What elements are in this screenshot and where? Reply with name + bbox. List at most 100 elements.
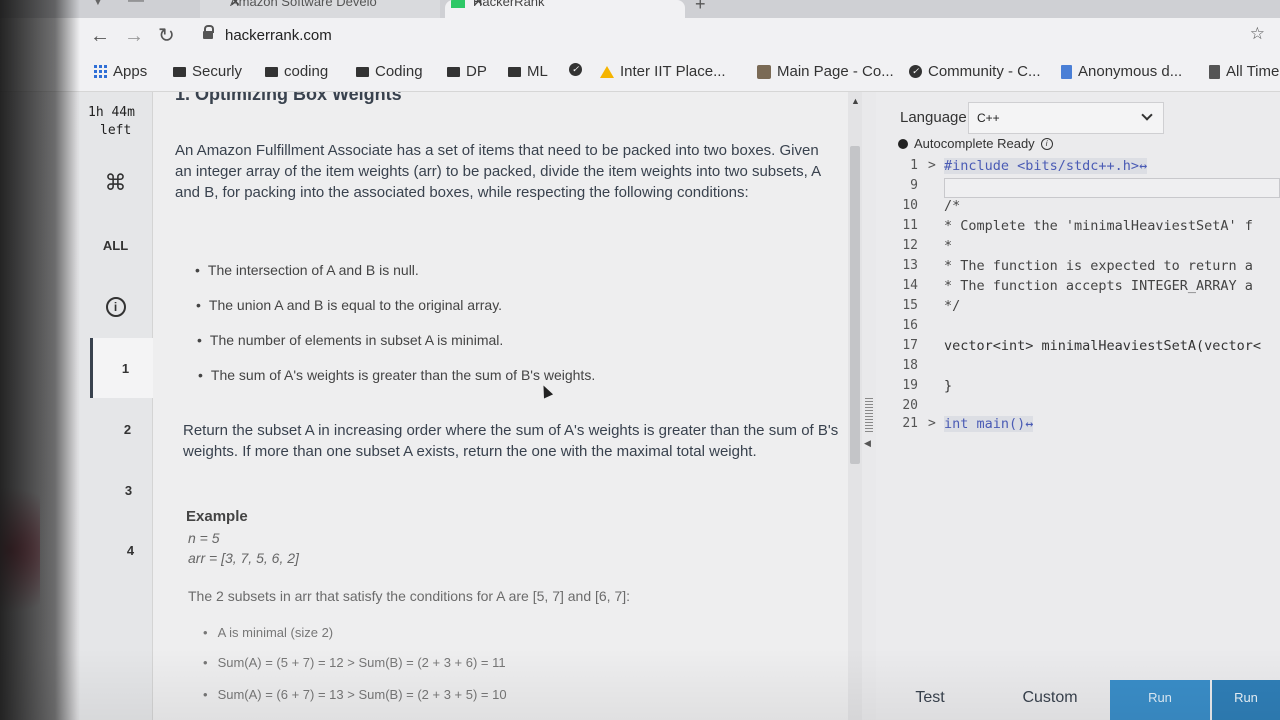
return-description: Return the subset A in increasing order …: [183, 422, 839, 460]
line-number: 12: [902, 238, 918, 253]
bookmark-coding-upper[interactable]: Coding: [356, 63, 423, 80]
code-line: 14 * The function accepts INTEGER_ARRAY …: [876, 278, 1280, 298]
bookmark-ml[interactable]: ML: [508, 63, 548, 80]
bookmark-label: Anonymous d...: [1078, 63, 1183, 80]
bookmark-label: Inter IIT Place...: [620, 63, 726, 80]
toggle-dot-icon: [898, 138, 908, 149]
custom-input-button[interactable]: Custom: [1000, 680, 1100, 720]
language-value: C++: [977, 111, 1000, 125]
bookmark-community[interactable]: ✓ Community - C...: [909, 63, 1041, 80]
bookmark-label: Community - C...: [928, 63, 1041, 80]
globe-icon: ✓: [569, 63, 582, 76]
lock-icon: [203, 25, 214, 41]
folder-icon: [173, 66, 186, 77]
problem-scrollbar[interactable]: ▲: [848, 92, 862, 720]
bookmark-all-time[interactable]: All Time: [1209, 63, 1279, 80]
close-tab-icon[interactable]: ✕: [473, 0, 671, 10]
code-text[interactable]: vector<int> minimalHeaviestSetA(vector<: [944, 338, 1261, 354]
command-icon[interactable]: ⌘: [78, 170, 153, 196]
bookmark-star-icon[interactable]: ☆: [1250, 24, 1265, 44]
reload-icon[interactable]: ↻: [158, 24, 175, 48]
code-line: 9: [876, 178, 1280, 198]
autocomplete-status[interactable]: Autocomplete Ready i: [898, 136, 1053, 151]
info-button[interactable]: i: [78, 297, 153, 317]
code-text[interactable]: #include <bits/stdc++.h>↔: [944, 158, 1148, 174]
back-icon[interactable]: ←: [90, 24, 110, 48]
example-n: n = 5: [188, 530, 220, 546]
bookmark-dp[interactable]: DP: [447, 63, 487, 80]
forward-icon[interactable]: →: [124, 24, 144, 48]
bookmark-label: All Time: [1226, 63, 1280, 80]
example-arr: arr = [3, 7, 5, 6, 2]: [188, 550, 299, 566]
bookmark-securly[interactable]: Securly: [173, 63, 242, 80]
url-text[interactable]: hackerrank.com: [225, 27, 332, 44]
tab-amazon[interactable]: Amazon Software Develo ✕: [200, 0, 440, 18]
code-text[interactable]: * Complete the 'minimalHeaviestSetA' f: [944, 218, 1253, 234]
run-code-button[interactable]: Run: [1110, 680, 1210, 720]
timer-suffix: left: [100, 123, 132, 138]
code-line: 15 */: [876, 298, 1280, 318]
condition-item: The sum of A's weights is greater than t…: [198, 367, 595, 383]
code-text[interactable]: int main()↔: [944, 416, 1034, 432]
bookmark-anonymous[interactable]: Anonymous d...: [1061, 63, 1182, 80]
all-questions-link[interactable]: ALL: [78, 238, 153, 253]
code-text[interactable]: *: [944, 238, 952, 254]
line-number: 16: [902, 318, 918, 333]
subset-point: A is minimal (size 2): [203, 625, 334, 640]
code-line: 21 > int main()↔: [876, 416, 1280, 436]
apps-grid-icon: [94, 65, 107, 78]
bookmark-label: ML: [527, 63, 548, 80]
minimize-icon[interactable]: —: [128, 0, 144, 10]
line-number: 18: [902, 358, 918, 373]
collapse-left-icon[interactable]: ◀: [864, 438, 871, 449]
code-text[interactable]: * The function is expected to return a: [944, 258, 1253, 274]
line-number: 21: [902, 416, 918, 431]
subset-point: Sum(A) = (5 + 7) = 12 > Sum(B) = (2 + 3 …: [203, 655, 506, 670]
close-tab-icon[interactable]: ✕: [230, 0, 426, 10]
problem-title: 1. Optimizing Box Weights: [175, 92, 402, 104]
question-1[interactable]: 1: [88, 361, 163, 376]
autocomplete-label: Autocomplete Ready: [914, 136, 1035, 151]
line-number: 19: [902, 378, 918, 393]
fold-icon[interactable]: >: [928, 158, 936, 173]
code-text[interactable]: /*: [944, 198, 960, 214]
scroll-up-icon[interactable]: ▲: [851, 96, 860, 106]
document-icon: [1209, 64, 1220, 79]
globe-icon: ✓: [909, 65, 922, 78]
code-text[interactable]: }: [944, 378, 952, 394]
condition-item: The union A and B is equal to the origin…: [196, 297, 502, 313]
line-number: 1: [910, 158, 918, 173]
code-text[interactable]: * The function accepts INTEGER_ARRAY a: [944, 278, 1253, 294]
timer-value: 1h 44m: [88, 105, 135, 120]
language-label: Language: [900, 109, 967, 126]
tab-hackerrank[interactable]: HackerRank ✕: [445, 0, 685, 18]
condition-item: The intersection of A and B is null.: [195, 262, 419, 278]
folder-icon: [447, 66, 460, 77]
bookmark-coding-lower[interactable]: coding: [265, 63, 328, 80]
question-rail: 1h 44m left ⌘ ALL i: [78, 92, 153, 720]
language-select[interactable]: C++: [968, 102, 1164, 134]
bookmark-apps[interactable]: Apps: [94, 63, 147, 80]
problem-statement: 1. Optimizing Box Weights An Amazon Fulf…: [153, 92, 865, 720]
test-button[interactable]: Test: [880, 680, 980, 720]
bookmark-globe[interactable]: ✓: [569, 63, 582, 76]
pane-divider[interactable]: ◀: [862, 92, 876, 720]
code-line: 18: [876, 358, 1280, 378]
fold-icon[interactable]: >: [928, 416, 936, 431]
code-line: 20: [876, 398, 1280, 418]
address-bar[interactable]: hackerrank.com ☆: [195, 24, 1275, 50]
new-tab-icon[interactable]: +: [695, 0, 706, 15]
bookmark-main-page[interactable]: Main Page - Co...: [757, 63, 894, 80]
line-number: 14: [902, 278, 918, 293]
bookmark-label: Apps: [113, 63, 148, 80]
bookmark-label: DP: [466, 63, 487, 80]
bookmark-inter-iit[interactable]: Inter IIT Place...: [600, 63, 726, 80]
resize-grip-icon[interactable]: [865, 398, 873, 434]
scroll-thumb[interactable]: [850, 146, 860, 464]
code-text[interactable]: */: [944, 298, 960, 314]
window-menu-arrow-icon[interactable]: ▼: [92, 0, 104, 8]
chevron-down-icon: [1141, 109, 1153, 121]
run-button[interactable]: Run: [1212, 680, 1280, 720]
code-line: 1 > #include <bits/stdc++.h>↔: [876, 158, 1280, 178]
line-number: 11: [902, 218, 918, 233]
